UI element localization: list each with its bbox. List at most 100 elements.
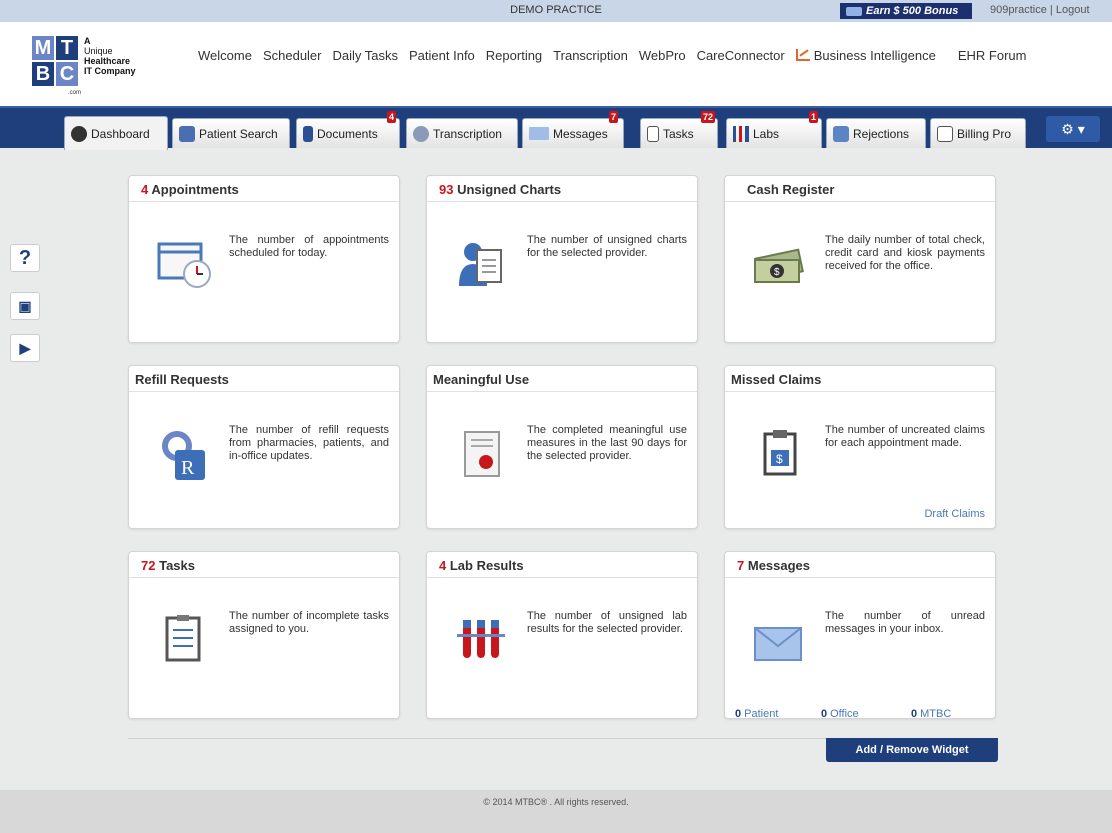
tab-label: Documents <box>317 126 378 141</box>
widget-title: Missed Claims <box>725 366 995 392</box>
logout-link[interactable]: Logout <box>1056 4 1090 16</box>
widget-description: The number of unsigned charts for the se… <box>527 234 687 259</box>
messages-badge: 7 <box>609 111 619 123</box>
headset-icon <box>413 125 429 142</box>
presentation-button[interactable]: ▣ <box>10 292 40 320</box>
widget-title: 4 Lab Results <box>427 552 697 578</box>
widget-title-text: Tasks <box>159 558 195 573</box>
test-tubes-icon <box>733 125 749 142</box>
tab-billing-pro[interactable]: Billing Pro <box>930 118 1026 148</box>
earn-bonus-button[interactable]: Earn $ 500 Bonus <box>840 3 972 19</box>
tab-transcription[interactable]: Transcription <box>406 118 518 148</box>
nav-webpro[interactable]: WebPro <box>639 48 686 63</box>
certificate-icon <box>464 431 500 477</box>
mtbc-messages-link[interactable]: 0 MTBC <box>911 708 951 720</box>
widget-title: 4 Appointments <box>129 176 399 202</box>
nav-daily-tasks[interactable]: Daily Tasks <box>333 48 399 63</box>
tab-label: Tasks <box>663 126 694 141</box>
widget-description: The number of appointments scheduled for… <box>229 234 389 259</box>
nav-ehr-forum[interactable]: EHR Forum <box>958 48 1027 63</box>
nav-scheduler[interactable]: Scheduler <box>263 48 322 63</box>
user-links: 909practice | Logout <box>990 4 1090 16</box>
widget-missed-claims[interactable]: Missed Claims $ The number of uncreated … <box>724 365 996 529</box>
documents-badge: 4 <box>387 111 397 123</box>
tab-labs[interactable]: Labs 1 <box>726 111 822 148</box>
footer: © 2014 MTBC® . All rights reserved. <box>0 790 1112 833</box>
book-icon <box>303 125 313 142</box>
tab-rejections[interactable]: Rejections <box>826 118 926 148</box>
tab-dashboard[interactable]: Dashboard <box>64 116 168 150</box>
labs-badge: 1 <box>809 111 819 123</box>
add-remove-widget-button[interactable]: Add / Remove Widget <box>826 738 998 762</box>
widget-refill-requests[interactable]: Refill Requests R The number of refill r… <box>128 365 400 529</box>
widget-title-text: Unsigned Charts <box>457 182 562 197</box>
tab-patient-search[interactable]: Patient Search <box>172 118 290 148</box>
settings-gear-button[interactable]: ⚙ ▾ <box>1046 116 1100 142</box>
nav-transcription[interactable]: Transcription <box>553 48 628 63</box>
patient-messages-link[interactable]: 0 Patient <box>735 708 778 720</box>
widget-tasks[interactable]: 72 Tasks The number of incomplete tasks … <box>128 551 400 719</box>
cash-icon: $ <box>754 248 804 283</box>
widget-description: The number of uncreated claims for each … <box>825 424 985 449</box>
header: M T B C A Unique Healthcare IT Company .… <box>0 22 1112 106</box>
nav-bi-label: Business Intelligence <box>813 48 936 63</box>
nav-business-intelligence[interactable]: Business Intelligence <box>795 48 947 63</box>
dashboard-icon <box>71 125 87 142</box>
widget-appointments[interactable]: 4 Appointments The number of appointment… <box>128 175 400 343</box>
rx-icon: R <box>162 431 205 480</box>
business-intelligence-icon <box>795 49 810 61</box>
question-icon: ? <box>18 247 32 269</box>
draft-claims-link[interactable]: Draft Claims <box>924 508 985 520</box>
tab-tasks[interactable]: Tasks 72 <box>640 111 718 148</box>
clipboard-dollar-icon: $ <box>763 430 797 476</box>
nav-welcome[interactable]: Welcome <box>198 48 252 63</box>
help-button[interactable]: ? <box>10 244 40 272</box>
logo-letter: T <box>56 36 78 60</box>
widget-description: The number of incomplete tasks assigned … <box>229 610 389 635</box>
widget-title-text: Messages <box>747 558 811 573</box>
clipboard-icon <box>647 125 659 142</box>
widget-count: 72 <box>141 558 156 573</box>
nav-patient-info[interactable]: Patient Info <box>409 48 475 63</box>
tab-messages[interactable]: Messages 7 <box>522 111 624 148</box>
widget-unsigned-charts[interactable]: 93 Unsigned Charts The number of unsigne… <box>426 175 698 343</box>
tab-label: Transcription <box>433 126 502 141</box>
nav-reporting[interactable]: Reporting <box>486 48 542 63</box>
widget-description: The number of unread messages in your in… <box>825 610 985 635</box>
widget-description: The number of unsigned lab results for t… <box>527 610 687 635</box>
label: Office <box>830 708 859 720</box>
widget-meaningful-use[interactable]: Meaningful Use The completed meaningful … <box>426 365 698 529</box>
widget-lab-results[interactable]: 4 Lab Results The number of unsigned lab… <box>426 551 698 719</box>
widget-title: 93 Unsigned Charts <box>427 176 697 202</box>
widget-description: The completed meaningful use measures in… <box>527 424 687 462</box>
tasks-badge: 72 <box>701 111 716 123</box>
top-strip: DEMO PRACTICE Earn $ 500 Bonus 909practi… <box>0 0 1112 22</box>
widget-title-text: Meaningful Use <box>433 372 530 387</box>
envelope-icon <box>754 627 802 661</box>
svg-text:$: $ <box>776 452 783 466</box>
nav-careconnector[interactable]: CareConnector <box>697 48 785 63</box>
tab-label: Messages <box>553 126 608 141</box>
video-button[interactable]: ▶ <box>10 334 40 362</box>
widget-title: 7 Messages <box>725 552 995 578</box>
logo-letter: B <box>32 62 54 86</box>
widget-messages[interactable]: 7 Messages The number of unread messages… <box>724 551 996 720</box>
widget-count: 4 <box>141 182 149 197</box>
widget-title-text: Appointments <box>151 182 239 197</box>
tab-label: Labs <box>753 126 780 141</box>
username-link[interactable]: 909practice <box>990 4 1047 16</box>
widget-title: Meaningful Use <box>427 366 697 392</box>
widget-title: Refill Requests <box>129 366 399 392</box>
count: 0 <box>735 708 742 720</box>
label: MTBC <box>920 708 952 720</box>
widget-count: 4 <box>439 558 447 573</box>
tab-documents[interactable]: Documents 4 <box>296 111 400 148</box>
widget-cash-register[interactable]: Cash Register $ The daily number of tota… <box>724 175 996 343</box>
bonus-label: Earn $ 500 Bonus <box>866 5 959 17</box>
tagline-line: Unique <box>84 46 113 56</box>
mtbc-logo[interactable]: M T B C A Unique Healthcare IT Company .… <box>32 36 142 98</box>
tagline-line: Healthcare <box>84 56 131 66</box>
office-messages-link[interactable]: 0 Office <box>821 708 859 720</box>
credit-card-icon <box>846 6 862 16</box>
tagline-line: A <box>84 36 91 46</box>
